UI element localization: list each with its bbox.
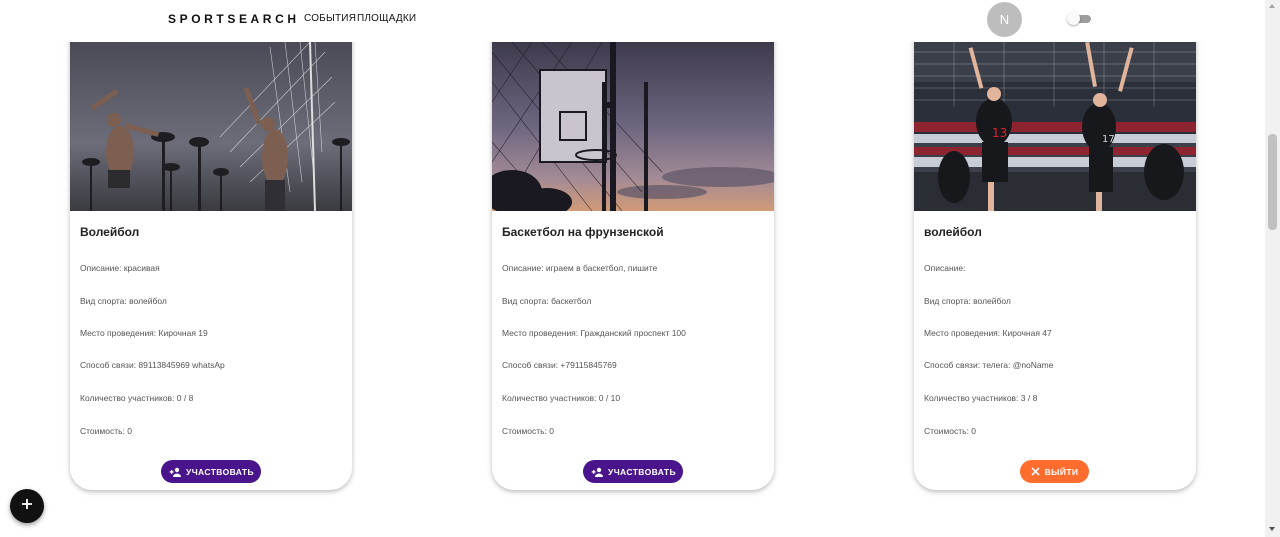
avatar[interactable]: N xyxy=(987,2,1022,37)
join-button-label: УЧАСТВОВАТЬ xyxy=(186,466,254,477)
event-description: Описание: играем в баскетбол, пишите xyxy=(502,263,658,273)
event-participants: Количество участников: 0 / 8 xyxy=(80,393,194,403)
event-cost: Стоимость: 0 xyxy=(80,426,133,436)
toggle-thumb xyxy=(1067,12,1080,25)
page-scrollbar[interactable] xyxy=(1265,0,1280,537)
brand-logo[interactable]: SPORTSEARCH xyxy=(168,12,300,26)
event-sport: Вид спорта: волейбол xyxy=(924,296,1011,306)
scroll-up-arrow-icon[interactable] xyxy=(1269,4,1275,8)
event-card: Баскетбол на фрунзенской Описание: играе… xyxy=(492,0,774,490)
event-sport: Вид спорта: баскетбол xyxy=(502,296,592,306)
avatar-letter: N xyxy=(999,12,1010,27)
leave-button-label: ВЫЙТИ xyxy=(1044,466,1079,477)
plus-icon xyxy=(21,497,33,515)
event-place: Место проведения: Гражданский проспект 1… xyxy=(502,328,686,338)
person-add-icon xyxy=(168,467,181,477)
join-button[interactable]: УЧАСТВОВАТЬ xyxy=(583,460,683,483)
event-place: Место проведения: Кирочная 47 xyxy=(924,328,1052,338)
svg-text:13: 13 xyxy=(992,126,1007,140)
event-cost: Стоимость: 0 xyxy=(924,426,977,436)
event-photo-beach-volleyball xyxy=(70,42,352,211)
event-description: Описание: красивая xyxy=(80,263,160,273)
app-header: SPORTSEARCH СОБЫТИЯ ПЛОЩАДКИ N xyxy=(0,0,1265,42)
person-add-icon xyxy=(590,467,603,477)
event-cost: Стоимость: 0 xyxy=(502,426,555,436)
event-participants: Количество участников: 0 / 10 xyxy=(502,393,621,403)
leave-button[interactable]: ВЫЙТИ xyxy=(1020,460,1089,483)
nav-events-link[interactable]: СОБЫТИЯ xyxy=(304,13,356,24)
add-event-button[interactable] xyxy=(10,489,44,523)
join-button[interactable]: УЧАСТВОВАТЬ xyxy=(161,460,261,483)
event-card: Волейбол Описание: красивая Вид спорта: … xyxy=(70,0,352,490)
nav-venues-link[interactable]: ПЛОЩАДКИ xyxy=(357,13,416,24)
scrollbar-thumb[interactable] xyxy=(1268,134,1277,230)
event-photo-indoor-volleyball: 13 17 xyxy=(914,42,1196,211)
join-button-label: УЧАСТВОВАТЬ xyxy=(608,466,676,477)
event-title: Волейбол xyxy=(80,225,140,239)
scroll-down-arrow-icon[interactable] xyxy=(1269,527,1275,531)
close-icon xyxy=(1030,467,1040,476)
event-card: 13 17 волейбол Описание: Вид спорта: вол… xyxy=(914,0,1196,490)
event-title: волейбол xyxy=(924,225,982,239)
event-contact: Способ связи: 89113845969 whatsAp xyxy=(80,360,225,370)
event-contact: Способ связи: телега: @noName xyxy=(924,360,1054,370)
theme-toggle[interactable] xyxy=(1067,12,1091,25)
svg-text:17: 17 xyxy=(1102,134,1115,145)
event-place: Место проведения: Кирочная 19 xyxy=(80,328,208,338)
event-description: Описание: xyxy=(924,263,966,273)
event-photo-basketball-court xyxy=(492,42,774,211)
event-participants: Количество участников: 3 / 8 xyxy=(924,393,1038,403)
event-sport: Вид спорта: волейбол xyxy=(80,296,167,306)
event-title: Баскетбол на фрунзенской xyxy=(502,225,664,239)
event-contact: Способ связи: +79115845769 xyxy=(502,360,617,370)
page: Волейбол Описание: красивая Вид спорта: … xyxy=(0,0,1280,537)
